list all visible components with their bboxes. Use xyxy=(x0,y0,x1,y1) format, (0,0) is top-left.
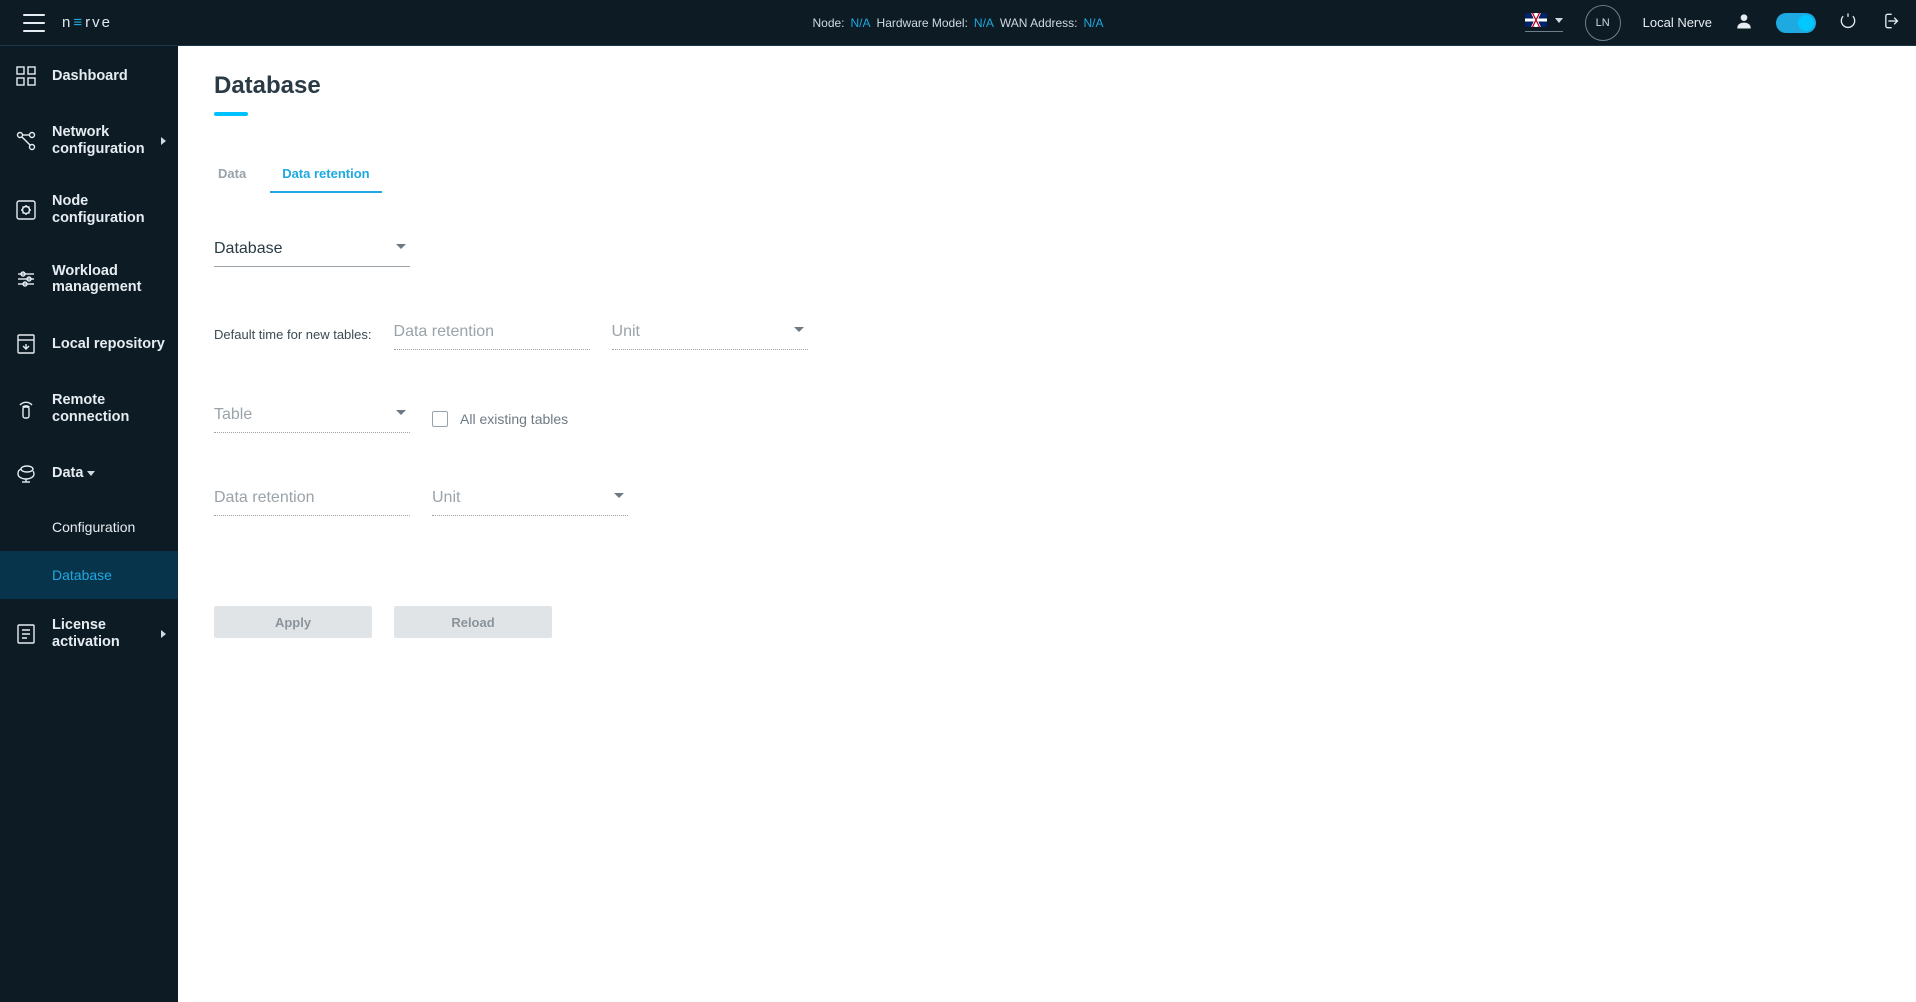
reboot-icon[interactable] xyxy=(1838,11,1858,34)
title-underline xyxy=(214,112,248,116)
avatar[interactable]: LN xyxy=(1585,5,1621,41)
logo: n≡rve xyxy=(62,14,112,31)
node-config-icon xyxy=(14,198,38,222)
sidebar-subitem-configuration[interactable]: Configuration xyxy=(0,503,178,551)
sidebar-item-data[interactable]: Data xyxy=(0,443,178,503)
sidebar-item-label: Node configuration xyxy=(52,193,168,226)
network-icon xyxy=(14,129,38,153)
sidebar-item-label: Network configuration xyxy=(52,124,147,157)
data-icon xyxy=(14,461,38,485)
instance-label: Local Nerve xyxy=(1643,15,1712,30)
sidebar-item-local-repository[interactable]: Local repository xyxy=(0,314,178,374)
sidebar-item-workload-management[interactable]: Workload management xyxy=(0,245,178,314)
tabs: Data Data retention xyxy=(214,160,1880,194)
tab-data[interactable]: Data xyxy=(214,160,250,193)
menu-toggle[interactable] xyxy=(23,14,45,32)
sidebar-item-dashboard[interactable]: Dashboard xyxy=(0,46,178,106)
apply-button[interactable]: Apply xyxy=(214,606,372,638)
sidebar: Dashboard Network configuration Node con… xyxy=(0,46,178,1002)
expand-icon xyxy=(161,137,166,145)
all-existing-tables-checkbox[interactable] xyxy=(432,411,448,427)
sidebar-item-label: Workload management xyxy=(52,263,168,296)
table-select[interactable] xyxy=(214,400,410,433)
sidebar-item-label: Dashboard xyxy=(52,68,168,85)
chevron-down-icon xyxy=(396,244,406,249)
default-unit-select[interactable] xyxy=(612,317,808,350)
sidebar-item-license-activation[interactable]: License activation xyxy=(0,599,178,668)
chevron-down-icon xyxy=(396,410,406,415)
all-existing-tables-label: All existing tables xyxy=(460,411,568,427)
sidebar-item-label: License activation xyxy=(52,617,147,650)
sidebar-item-remote-connection[interactable]: Remote connection xyxy=(0,374,178,443)
language-selector[interactable] xyxy=(1525,13,1563,32)
repository-icon xyxy=(14,332,38,356)
dashboard-icon xyxy=(14,64,38,88)
sidebar-item-label: Local repository xyxy=(52,336,168,353)
sidebar-item-label: Data xyxy=(52,465,168,482)
topbar: n≡rve Node:N/A Hardware Model:N/A WAN Ad… xyxy=(0,0,1916,46)
table-data-retention-input[interactable] xyxy=(214,483,410,516)
default-time-label: Default time for new tables: xyxy=(214,327,372,350)
chevron-down-icon xyxy=(614,493,624,498)
flag-uk-icon xyxy=(1525,13,1547,27)
remote-icon xyxy=(14,397,38,421)
chevron-down-icon xyxy=(794,327,804,332)
table-unit-select[interactable] xyxy=(432,483,628,516)
user-icon[interactable] xyxy=(1734,11,1754,34)
page-title: Database xyxy=(214,72,1880,100)
chevron-down-icon xyxy=(87,471,95,476)
sidebar-item-network-configuration[interactable]: Network configuration xyxy=(0,106,178,175)
tab-data-retention[interactable]: Data retention xyxy=(278,160,373,193)
node-info: Node:N/A Hardware Model:N/A WAN Address:… xyxy=(812,16,1103,30)
database-select[interactable] xyxy=(214,234,410,267)
license-icon xyxy=(14,622,38,646)
default-data-retention-input[interactable] xyxy=(394,317,590,350)
sidebar-subitem-database[interactable]: Database xyxy=(0,551,178,599)
chevron-down-icon xyxy=(1555,18,1563,23)
sidebar-item-label: Remote connection xyxy=(52,392,168,425)
sidebar-item-node-configuration[interactable]: Node configuration xyxy=(0,175,178,244)
connection-toggle[interactable] xyxy=(1776,13,1816,33)
logout-icon[interactable] xyxy=(1880,11,1900,34)
reload-button[interactable]: Reload xyxy=(394,606,552,638)
main-content: Database Data Data retention Default tim… xyxy=(178,46,1916,1002)
expand-icon xyxy=(161,630,166,638)
workload-icon xyxy=(14,267,38,291)
